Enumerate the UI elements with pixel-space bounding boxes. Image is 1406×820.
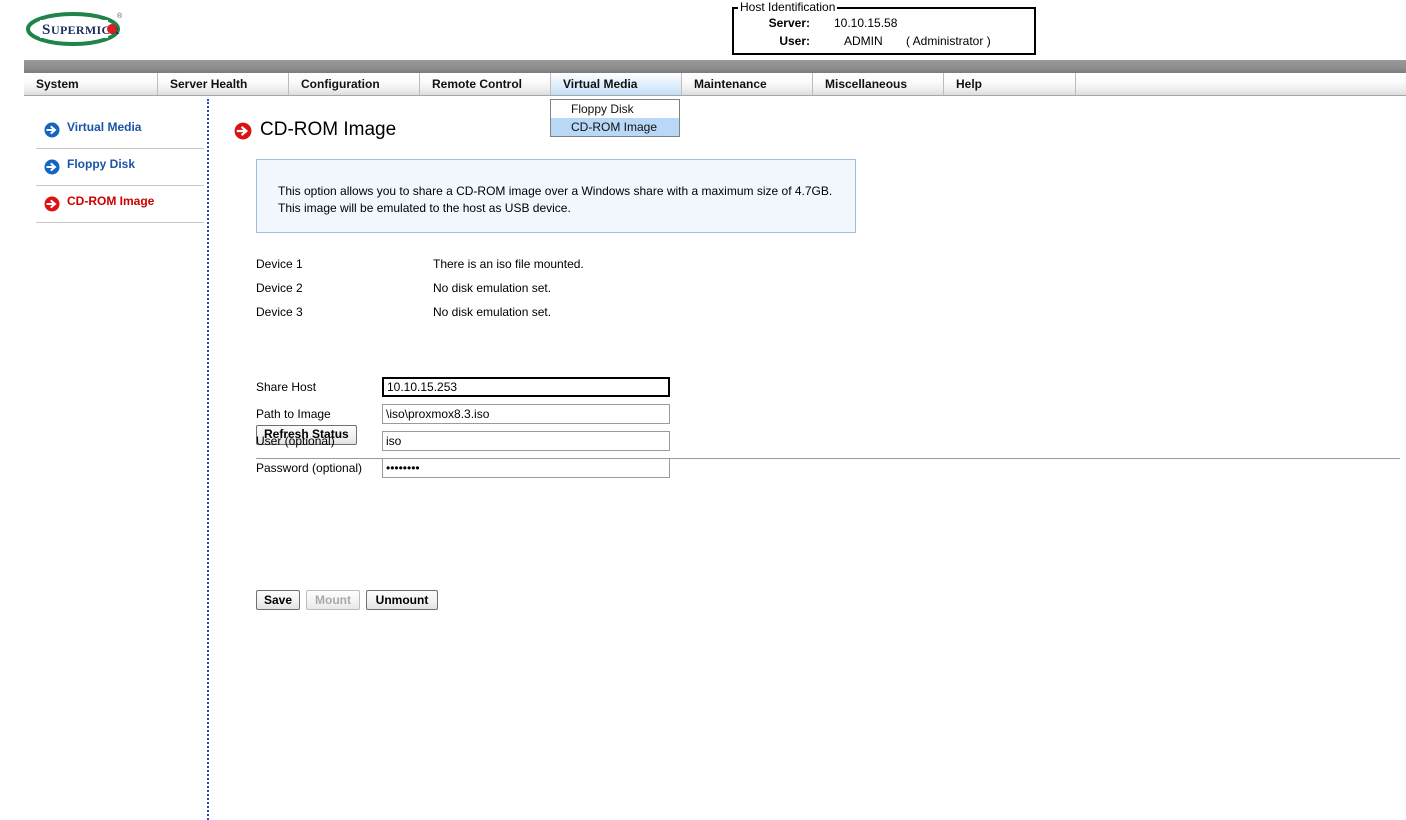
arrow-circle-right-icon: [44, 122, 60, 138]
host-server-label: Server:: [768, 16, 810, 30]
sidebar-item-label: CD-ROM Image: [67, 194, 155, 208]
nav-tab-label: Virtual Media: [563, 77, 638, 91]
svg-text:S: S: [42, 22, 51, 38]
dropdown-item-cd-rom-image[interactable]: CD-ROM Image: [551, 118, 679, 136]
device-row: Device 1 There is an iso file mounted.: [256, 255, 956, 273]
nav-tab-maintenance[interactable]: Maintenance: [682, 73, 813, 95]
device-status: No disk emulation set.: [433, 281, 552, 295]
share-host-input[interactable]: [382, 377, 670, 397]
path-to-image-input[interactable]: [382, 404, 670, 424]
host-user-label: User:: [779, 34, 810, 48]
host-user-role: ( Administrator ): [906, 34, 991, 48]
device-status: No disk emulation set.: [433, 305, 552, 319]
host-identification-legend: Host Identification: [738, 0, 838, 14]
dropdown-item-floppy-disk[interactable]: Floppy Disk: [551, 100, 679, 118]
unmount-button[interactable]: Unmount: [366, 590, 438, 610]
host-server-row: Server: 10.10.15.58: [734, 14, 1034, 32]
info-box: This option allows you to share a CD-ROM…: [256, 159, 856, 233]
left-sidebar: Virtual Media Floppy Disk CD-ROM Image: [0, 99, 208, 820]
sidebar-item-floppy-disk[interactable]: Floppy Disk: [36, 150, 204, 186]
path-to-image-label: Path to Image: [256, 407, 331, 421]
sidebar-item-label: Virtual Media: [67, 120, 142, 134]
nav-tab-label: Miscellaneous: [825, 77, 908, 91]
info-box-text: This option allows you to share a CD-ROM…: [278, 184, 833, 215]
device-label: Device 3: [256, 305, 303, 319]
supermicro-logo: S UPERMICR ®: [24, 7, 128, 49]
device-label: Device 2: [256, 281, 303, 295]
nav-tab-label: System: [36, 77, 79, 91]
password-input[interactable]: [382, 458, 670, 478]
sidebar-item-label: Floppy Disk: [67, 157, 136, 171]
svg-text:®: ®: [117, 12, 123, 20]
user-label: User (optional): [256, 434, 335, 448]
sidebar-item-cd-rom-image[interactable]: CD-ROM Image: [36, 187, 204, 223]
sidebar-item-virtual-media[interactable]: Virtual Media: [36, 113, 204, 149]
nav-tab-help[interactable]: Help: [944, 73, 1076, 95]
nav-top-band-gap: [0, 60, 24, 73]
dropdown-item-label: Floppy Disk: [571, 102, 634, 116]
dropdown-item-label: CD-ROM Image: [571, 120, 658, 134]
password-label: Password (optional): [256, 461, 363, 475]
host-user-value: ADMIN: [844, 34, 883, 48]
device-label: Device 1: [256, 257, 303, 271]
nav-tab-remote-control[interactable]: Remote Control: [420, 73, 551, 95]
page-title-text: CD-ROM Image: [260, 119, 397, 140]
nav-tab-label: Maintenance: [694, 77, 767, 91]
host-identification-box: Host Identification Server: 10.10.15.58 …: [732, 1, 1036, 55]
user-input[interactable]: [382, 431, 670, 451]
nav-tab-configuration[interactable]: Configuration: [289, 73, 420, 95]
mount-button[interactable]: Mount: [306, 590, 360, 610]
device-row: Device 3 No disk emulation set.: [256, 303, 956, 321]
page-header: S UPERMICR ® Host Identification Server:…: [0, 0, 1406, 62]
nav-top-band: [0, 60, 1406, 73]
arrow-circle-right-icon: [44, 159, 60, 175]
device-row: Device 2 No disk emulation set.: [256, 279, 956, 297]
share-host-label: Share Host: [256, 380, 317, 394]
nav-tab-virtual-media[interactable]: Virtual Media: [550, 73, 682, 95]
device-status: There is an iso file mounted.: [433, 257, 584, 271]
main-navigation-bar: System Server Health Configuration Remot…: [24, 73, 1406, 96]
virtual-media-dropdown-menu[interactable]: Floppy Disk CD-ROM Image: [550, 99, 680, 137]
nav-tab-system[interactable]: System: [24, 73, 158, 95]
nav-tab-label: Remote Control: [432, 77, 522, 91]
nav-tab-label: Configuration: [301, 77, 380, 91]
nav-tab-miscellaneous[interactable]: Miscellaneous: [813, 73, 944, 95]
nav-filler: [1076, 73, 1406, 95]
save-button[interactable]: Save: [256, 590, 300, 610]
arrow-circle-right-icon: [234, 122, 252, 140]
nav-tab-label: Help: [956, 77, 983, 91]
host-user-row: User: ADMIN ( Administrator ): [734, 32, 1034, 50]
main-content: CD-ROM Image This option allows you to s…: [208, 99, 1406, 820]
nav-tab-server-health[interactable]: Server Health: [158, 73, 289, 95]
arrow-circle-right-icon: [44, 196, 60, 212]
nav-tab-label: Server Health: [170, 77, 248, 91]
host-server-value: 10.10.15.58: [834, 16, 898, 30]
